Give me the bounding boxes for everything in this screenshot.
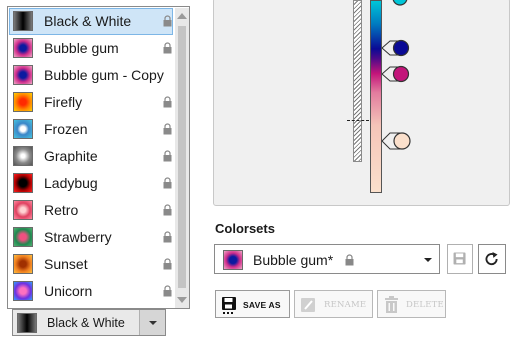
colormap-list-item[interactable]: Bubble gum <box>9 35 173 62</box>
colormap-combobox[interactable]: Black & White <box>12 309 166 336</box>
colormap-list-item-label: Black & White <box>44 13 132 29</box>
colormap-swatch <box>13 227 33 247</box>
colormap-swatch <box>13 281 33 301</box>
color-stop-handles <box>381 0 411 150</box>
colormap-combobox-value: Black & White <box>47 316 125 330</box>
colormap-list-item-label: Graphite <box>44 148 98 164</box>
reload-button[interactable] <box>478 244 506 274</box>
delete-label: DELETE <box>406 300 444 310</box>
refresh-icon <box>485 252 498 266</box>
colormap-swatch <box>13 200 33 220</box>
colormap-list-item[interactable]: Unicorn <box>9 278 173 305</box>
color-stop-handle[interactable] <box>381 65 410 83</box>
color-stop-handle[interactable] <box>381 39 410 57</box>
lock-icon <box>163 150 172 162</box>
colormap-list-item[interactable]: Frozen <box>9 116 173 143</box>
colormap-list-item-label: Bubble gum <box>44 40 119 56</box>
lock-icon <box>163 96 172 108</box>
lock-icon <box>163 177 172 189</box>
colorsets-heading: Colorsets <box>215 221 275 236</box>
colormap-swatch <box>13 92 33 112</box>
scroll-thumb[interactable] <box>178 26 186 288</box>
save-button[interactable] <box>447 244 473 274</box>
position-marker <box>347 120 369 122</box>
save-as-label: SAVE AS <box>243 300 281 310</box>
rename-icon <box>301 298 315 312</box>
colormap-list: Black & White Bubble gum Bubble gum - Copy… <box>9 8 173 305</box>
colormap-swatch <box>13 38 33 58</box>
colormap-list-item[interactable]: Sunset <box>9 251 173 278</box>
combobox-dropdown-button[interactable] <box>139 310 165 335</box>
chevron-down-icon <box>149 321 157 325</box>
colormap-list-item-label: Frozen <box>44 121 88 137</box>
colormap-list-item-label: Bubble gum - Copy <box>44 67 164 83</box>
colorset-value: Bubble gum* <box>253 252 334 268</box>
colormap-swatch <box>13 173 33 193</box>
colormap-swatch <box>13 119 33 139</box>
colormap-list-item[interactable]: Strawberry <box>9 224 173 251</box>
color-stop-handle[interactable] <box>381 132 411 150</box>
colormap-list-item-label: Ladybug <box>44 175 98 191</box>
opacity-track[interactable] <box>353 0 362 162</box>
lock-icon <box>163 42 172 54</box>
colormap-list-item-label: Unicorn <box>44 283 93 299</box>
colormap-list-item[interactable]: Ladybug <box>9 170 173 197</box>
colormap-swatch <box>13 146 33 166</box>
colormap-list-item[interactable]: Retro <box>9 197 173 224</box>
colormap-swatch <box>13 11 33 31</box>
colormap-list-item-label: Strawberry <box>44 229 112 245</box>
rename-label: RENAME <box>324 300 367 310</box>
colormap-swatch <box>13 254 33 274</box>
color-stop-handle[interactable] <box>382 0 408 6</box>
lock-icon <box>345 254 354 266</box>
list-scrollbar[interactable] <box>175 8 189 308</box>
lock-icon <box>163 123 172 135</box>
colormap-list-item-label: Sunset <box>44 256 88 272</box>
lock-icon <box>163 204 172 216</box>
rename-button[interactable]: RENAME <box>294 290 373 318</box>
colormap-dropdown-list: Black & White Bubble gum Bubble gum - Copy… <box>7 6 190 309</box>
save-icon <box>453 252 466 265</box>
delete-button[interactable]: DELETE <box>377 290 446 318</box>
colorset-dropdown[interactable]: Bubble gum* <box>214 244 440 274</box>
chevron-down-icon <box>424 258 432 262</box>
scroll-up-arrow-icon[interactable] <box>175 10 189 22</box>
colorset-swatch <box>223 250 243 270</box>
lock-icon <box>163 15 172 27</box>
colormap-list-item[interactable]: Bubble gum - Copy <box>9 62 173 89</box>
lock-icon <box>163 258 172 270</box>
save-as-button[interactable]: SAVE AS <box>215 290 290 318</box>
colormap-swatch <box>13 65 33 85</box>
lock-icon <box>163 285 172 297</box>
colormap-list-item[interactable]: Firefly <box>9 89 173 116</box>
save-as-icon <box>222 297 236 314</box>
lock-icon <box>163 231 172 243</box>
colormap-list-item-label: Firefly <box>44 94 83 110</box>
colormap-list-item[interactable]: Graphite <box>9 143 173 170</box>
colormap-list-item-label: Retro <box>44 202 79 218</box>
scroll-down-arrow-icon[interactable] <box>175 294 189 306</box>
colormap-list-item[interactable]: Black & White <box>9 8 173 35</box>
colormap-swatch <box>17 313 37 333</box>
trash-icon <box>385 296 398 313</box>
